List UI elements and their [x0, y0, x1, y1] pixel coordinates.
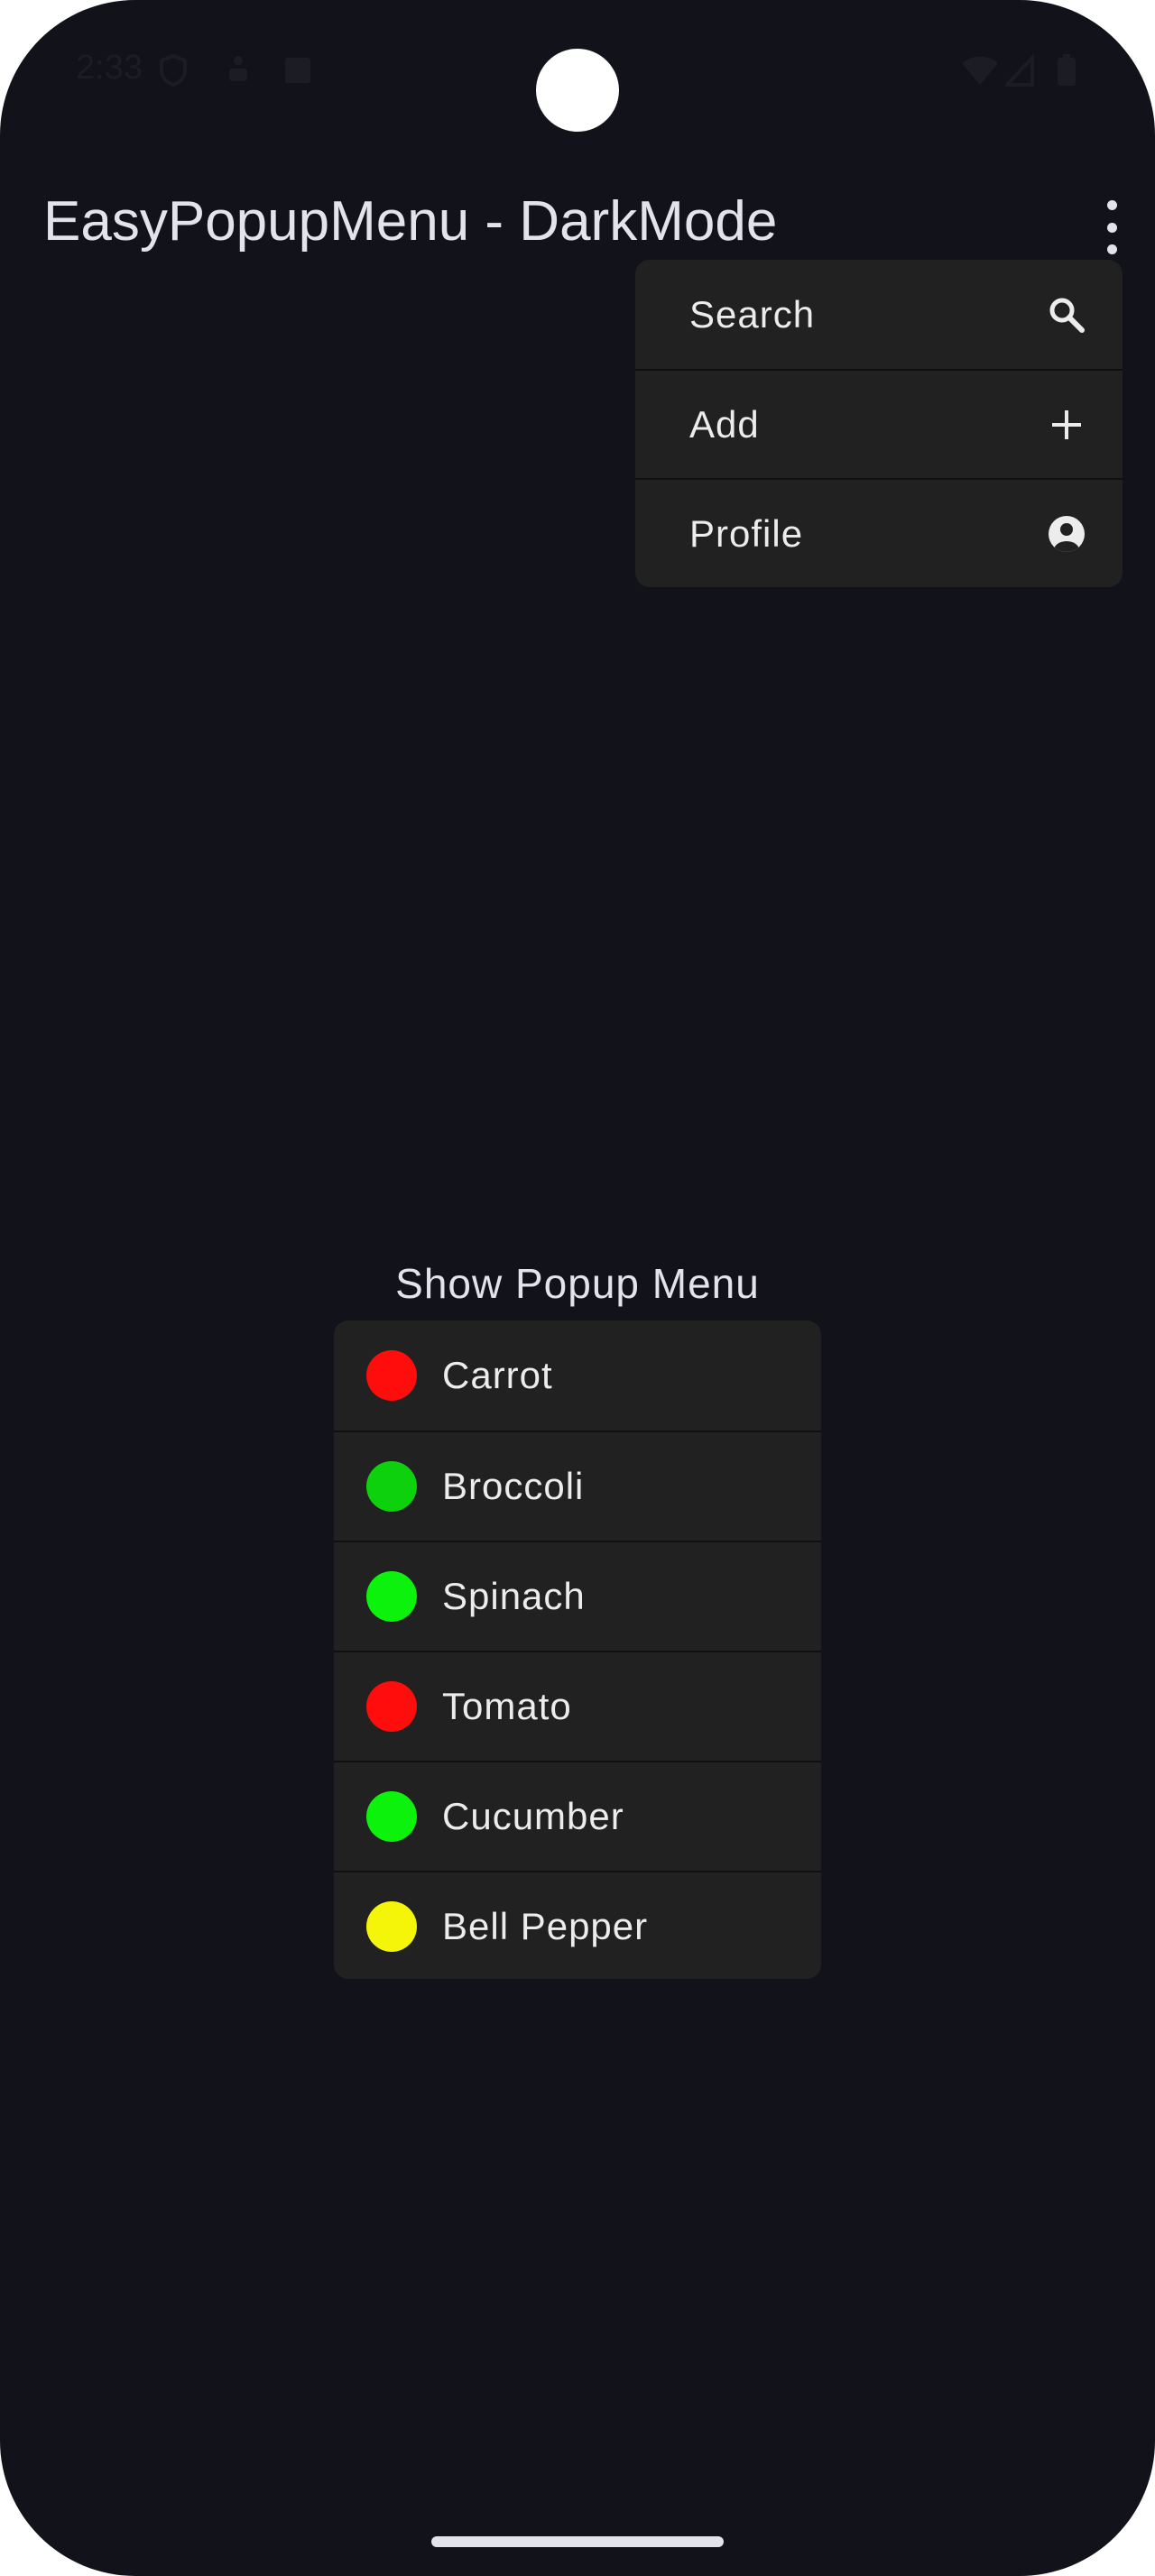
veg-item-spinach[interactable]: Spinach [334, 1541, 821, 1651]
color-dot-icon [366, 1350, 417, 1401]
veg-item-broccoli[interactable]: Broccoli [334, 1431, 821, 1541]
veg-item-cucumber[interactable]: Cucumber [334, 1761, 821, 1871]
home-indicator[interactable] [431, 2536, 724, 2547]
text-icon [283, 54, 312, 87]
plus-icon [1047, 405, 1086, 445]
color-dot-icon [366, 1571, 417, 1622]
camera-cutout [536, 49, 619, 132]
veg-item-label: Spinach [442, 1575, 586, 1617]
menu-item-label: Profile [689, 511, 804, 555]
veg-item-label: Tomato [442, 1685, 572, 1727]
shield-icon [159, 53, 188, 87]
device-screen: 2:33 EasyPopupMenu - DarkMode Search Add… [0, 0, 1155, 2576]
color-dot-icon [366, 1461, 417, 1512]
menu-dot [1106, 244, 1117, 254]
menu-item-profile[interactable]: Profile [635, 478, 1123, 587]
top-popup-menu: Search Add Profile [635, 260, 1123, 587]
menu-item-label: Search [689, 292, 816, 336]
color-dot-icon [366, 1901, 417, 1952]
veg-item-carrot[interactable]: Carrot [334, 1320, 821, 1431]
accessibility-icon [224, 54, 253, 87]
battery-icon [1056, 54, 1077, 87]
menu-dot [1106, 200, 1117, 210]
veg-item-label: Cucumber [442, 1795, 624, 1837]
veg-item-label: Broccoli [442, 1465, 585, 1507]
account-circle-icon [1047, 514, 1086, 554]
app-title: EasyPopupMenu - DarkMode [43, 190, 778, 253]
signal-icon [1003, 52, 1034, 87]
vegetable-popup-menu: Carrot Broccoli Spinach Tomato Cucumber … [334, 1320, 821, 1979]
status-time: 2:33 [76, 49, 143, 87]
menu-item-add[interactable]: Add [635, 369, 1123, 478]
veg-item-bell-pepper[interactable]: Bell Pepper [334, 1871, 821, 1979]
menu-dot [1106, 222, 1117, 233]
wifi-icon [960, 54, 1000, 87]
color-dot-icon [366, 1791, 417, 1842]
show-popup-menu-button[interactable]: Show Popup Menu [0, 1259, 1155, 1308]
veg-item-tomato[interactable]: Tomato [334, 1651, 821, 1761]
menu-item-search[interactable]: Search [635, 260, 1123, 369]
search-icon [1047, 295, 1086, 335]
color-dot-icon [366, 1681, 417, 1732]
menu-item-label: Add [689, 402, 760, 446]
more-vert-icon[interactable] [1090, 200, 1133, 254]
veg-item-label: Carrot [442, 1354, 553, 1396]
veg-item-label: Bell Pepper [442, 1905, 649, 1947]
